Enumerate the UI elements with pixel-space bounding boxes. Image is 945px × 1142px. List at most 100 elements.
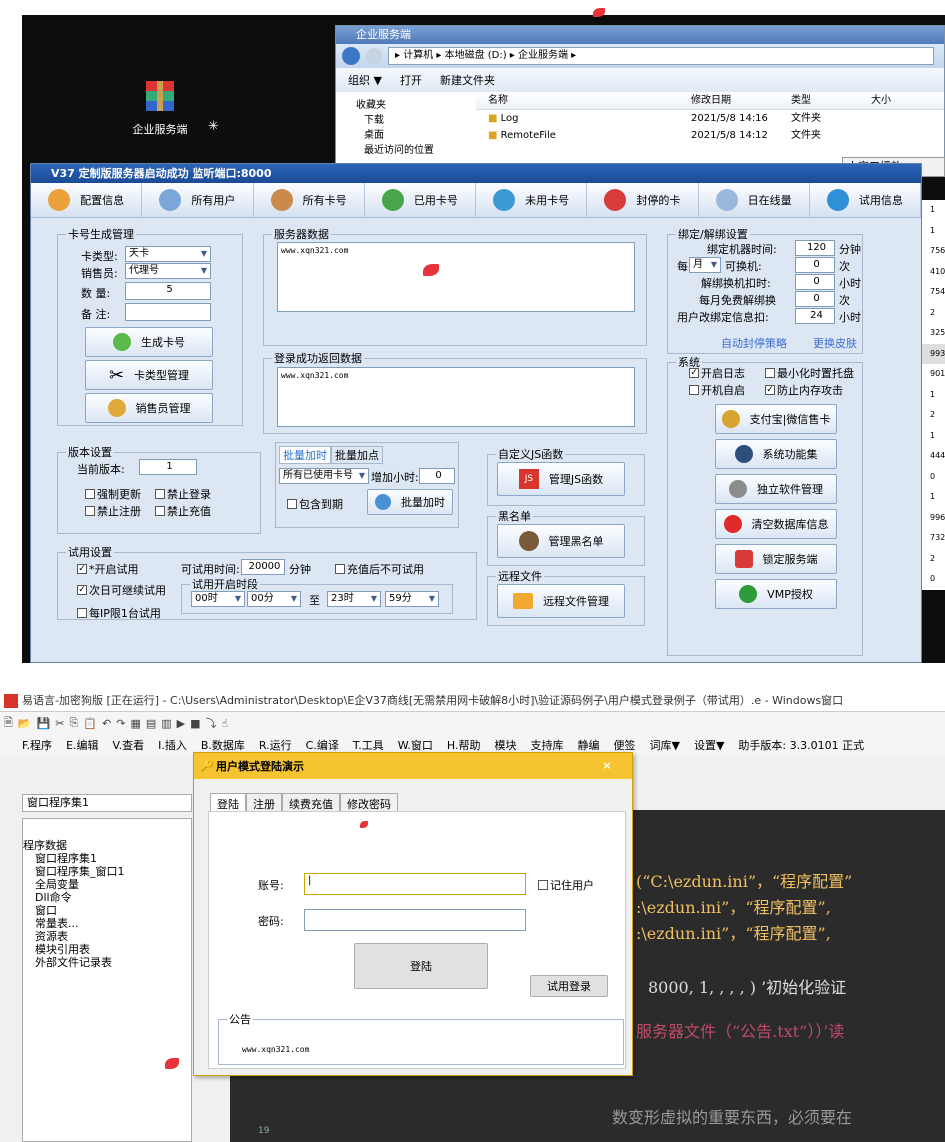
nav-item[interactable]: 收藏夹 <box>356 98 476 113</box>
card-type-select[interactable]: 天卡 <box>125 246 211 262</box>
menu-item[interactable]: H.帮助 <box>447 737 481 753</box>
open-file-icon[interactable]: 📂 <box>18 717 32 730</box>
login-button[interactable]: 登陆 <box>354 943 488 989</box>
toolbar-banned-button[interactable]: 封停的卡 <box>587 183 699 217</box>
layout-icon[interactable]: ▦ <box>130 717 140 730</box>
redo-icon[interactable]: ↷ <box>116 717 125 730</box>
toolbar-unused-button[interactable]: 未用卡号 <box>476 183 588 217</box>
quantity-input[interactable]: 5 <box>125 282 211 300</box>
manage-js-button[interactable]: JS 管理JS函数 <box>497 462 625 496</box>
menu-item[interactable]: 便签 <box>613 737 635 753</box>
tree-item[interactable]: 资源表 <box>23 930 191 943</box>
new-folder-button[interactable]: 新建文件夹 <box>440 72 495 88</box>
trial-time-input[interactable]: 20000 <box>241 559 285 575</box>
add-hours-input[interactable]: 0 <box>419 468 455 484</box>
remote-file-button[interactable]: 远程文件管理 <box>497 584 625 618</box>
seller-manage-button[interactable]: 销售员管理 <box>85 393 213 423</box>
server-data-textarea[interactable]: www.xqn321.com <box>277 242 635 312</box>
seller-select[interactable]: 代理号 <box>125 263 211 279</box>
card-scope-select[interactable]: 所有已使用卡号 <box>279 468 369 484</box>
tree-item[interactable]: 程序数据 <box>23 839 191 852</box>
tree-item[interactable]: 窗口程序集1 <box>23 852 191 865</box>
nav-item[interactable]: 桌面 <box>356 128 476 143</box>
menu-item[interactable]: C.编译 <box>306 737 339 753</box>
end-minute-select[interactable]: 59分 <box>385 591 439 607</box>
change-input[interactable]: 0 <box>795 257 835 273</box>
pay-card-button[interactable]: 支付宝|微信售卡 <box>715 404 837 434</box>
tree-item[interactable]: 常量表... <box>23 917 191 930</box>
login-return-textarea[interactable]: www.xqn321.com <box>277 367 635 427</box>
menu-item[interactable]: W.窗口 <box>398 737 433 753</box>
layout3-icon[interactable]: ▥ <box>161 717 171 730</box>
cut-icon[interactable]: ✂ <box>55 717 64 730</box>
col-type[interactable]: 类型 <box>791 92 871 109</box>
bind-time-input[interactable]: 120 <box>795 240 835 256</box>
module-combo[interactable]: 窗口程序集1 <box>22 794 192 812</box>
lock-server-button[interactable]: 锁定服务端 <box>715 544 837 574</box>
hand-icon[interactable]: ☝ <box>222 717 229 730</box>
ip-limit-checkbox[interactable]: 每IP限1台试用 <box>77 605 161 621</box>
nav-item[interactable]: 下载 <box>356 113 476 128</box>
next-day-trial-checkbox[interactable]: ✓ 次日可继续试用 <box>77 582 166 598</box>
tree-item[interactable]: 模块引用表 <box>23 943 191 956</box>
col-name[interactable]: 名称 <box>476 92 691 109</box>
trial-login-button[interactable]: 试用登录 <box>530 975 608 997</box>
soft-manage-button[interactable]: 独立软件管理 <box>715 474 837 504</box>
tree-item[interactable]: 外部文件记录表 <box>23 956 191 969</box>
back-icon[interactable] <box>342 47 360 65</box>
new-file-icon[interactable]: 🗎 <box>4 714 13 733</box>
table-row[interactable]: ■ Log 2021/5/8 14:16 文件夹 <box>476 110 944 127</box>
toolbar-trial-button[interactable]: 试用信息 <box>810 183 921 217</box>
close-button[interactable]: × <box>590 756 624 776</box>
mem-protect-checkbox[interactable]: ✓ 防止内存攻击 <box>765 382 843 398</box>
include-expired-checkbox[interactable]: 包含到期 <box>287 496 343 512</box>
undo-icon[interactable]: ↶ <box>102 717 111 730</box>
open-button[interactable]: 打开 <box>400 72 422 88</box>
menu-item[interactable]: I.插入 <box>158 737 187 753</box>
period-select[interactable]: 月 <box>689 257 721 273</box>
tab-batch-points[interactable]: 批量加点 <box>331 446 383 464</box>
tray-checkbox[interactable]: 最小化时置托盘 <box>765 365 854 381</box>
no-register-checkbox[interactable]: 禁止注册 <box>85 503 141 519</box>
free-unbind-input[interactable]: 0 <box>795 291 835 307</box>
tab-batch-time[interactable]: 批量加时 <box>279 446 331 464</box>
toolbar-cards-button[interactable]: 所有卡号 <box>254 183 365 217</box>
menu-item[interactable]: V.查看 <box>113 737 145 753</box>
clear-db-button[interactable]: 清空数据库信息 <box>715 509 837 539</box>
manage-blacklist-button[interactable]: 管理黑名单 <box>497 524 625 558</box>
paste-icon[interactable]: 📋 <box>83 717 97 730</box>
run-icon[interactable]: ▶ <box>177 717 185 730</box>
menu-item[interactable]: 模块 <box>494 737 516 753</box>
copy-icon[interactable]: ⎘ <box>69 716 78 730</box>
force-update-checkbox[interactable]: 强制更新 <box>85 486 141 502</box>
no-trial-after-charge-checkbox[interactable]: 充值后不可试用 <box>335 561 424 577</box>
stop-icon[interactable]: ■ <box>190 717 200 730</box>
menu-item[interactable]: T.工具 <box>353 737 384 753</box>
user-change-input[interactable]: 24 <box>795 308 835 324</box>
system-features-button[interactable]: 系统功能集 <box>715 439 837 469</box>
menu-item[interactable]: 设置▼ <box>694 737 724 753</box>
end-hour-select[interactable]: 23时 <box>327 591 381 607</box>
unbind-input[interactable]: 0 <box>795 274 835 290</box>
nav-item[interactable]: 最近访问的位置 <box>356 143 476 158</box>
toolbar-used-button[interactable]: 已用卡号 <box>365 183 476 217</box>
card-type-manage-button[interactable]: ✂ 卡类型管理 <box>85 360 213 390</box>
layout2-icon[interactable]: ▤ <box>146 717 156 730</box>
no-login-checkbox[interactable]: 禁止登录 <box>155 486 211 502</box>
menu-item[interactable]: F.程序 <box>22 737 52 753</box>
toolbar-users-button[interactable]: 所有用户 <box>142 183 254 217</box>
no-charge-checkbox[interactable]: 禁止充值 <box>155 503 211 519</box>
address-path[interactable]: ▸ 计算机 ▸ 本地磁盘 (D:) ▸ 企业服务端 ▸ <box>388 47 934 65</box>
enable-trial-checkbox[interactable]: ✓ *开启试用 <box>77 561 139 577</box>
table-row[interactable]: ■ RemoteFile 2021/5/8 14:12 文件夹 <box>476 127 944 144</box>
change-skin-link[interactable]: 更换皮肤 <box>813 335 857 351</box>
autostart-checkbox[interactable]: 开机自启 <box>689 382 745 398</box>
log-checkbox[interactable]: ✓ 开启日志 <box>689 365 745 381</box>
password-input[interactable] <box>304 909 526 931</box>
winrar-icon[interactable] <box>130 77 190 125</box>
generate-card-button[interactable]: 生成卡号 <box>85 327 213 357</box>
note-input[interactable] <box>125 303 211 321</box>
start-minute-select[interactable]: 00分 <box>247 591 301 607</box>
tree-item[interactable]: Dll命令 <box>23 891 191 904</box>
toolbar-online-button[interactable]: 日在线量 <box>699 183 810 217</box>
